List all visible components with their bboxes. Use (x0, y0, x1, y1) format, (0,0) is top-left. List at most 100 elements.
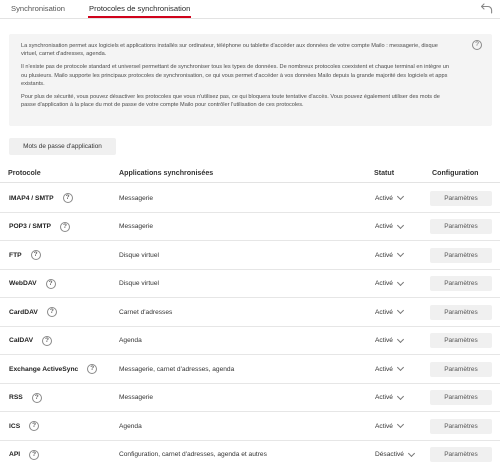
chevron-down-icon (396, 420, 405, 429)
help-icon[interactable]: ? (472, 40, 482, 50)
status-value: Activé (375, 308, 393, 316)
status-value: Activé (375, 280, 393, 287)
table-row: CardDAV? Carnet d'adresses Activé Paramètre… (0, 298, 500, 327)
settings-button[interactable]: Paramètres (430, 361, 492, 377)
apps-cell: Disque virtuel (119, 251, 159, 259)
status-dropdown[interactable]: Activé (375, 384, 405, 412)
status-value: Activé (375, 223, 393, 230)
chevron-down-icon (396, 249, 405, 258)
table-row: POP3 / SMTP? Messagerie Activé Paramètres (0, 213, 500, 241)
status-value: Activé (375, 394, 393, 401)
status-value: Activé (375, 194, 393, 202)
protocol-name: API (9, 451, 21, 458)
tab-synchronisation[interactable]: Synchronisation (11, 4, 65, 19)
info-paragraph: La synchronisation permet aux logiciels … (21, 43, 438, 58)
config-cell: Paramètres (430, 384, 492, 412)
help-icon[interactable]: ? (29, 449, 40, 460)
status-dropdown[interactable]: Activé (375, 213, 405, 241)
protocol-cell: FTP? (9, 241, 41, 269)
chevron-down-icon (396, 335, 405, 343)
apps-cell: Messagerie (119, 223, 154, 230)
header-config: Configuration (432, 169, 479, 177)
status-dropdown[interactable]: Activé (375, 241, 405, 269)
protocol-name: POP3 / SMTP (9, 223, 51, 230)
help-icon[interactable]: ? (42, 335, 53, 346)
table-row: Exchange ActiveSync? Messagerie, carnet d… (0, 355, 500, 384)
protocol-name: FTP (9, 251, 22, 259)
chevron-down-icon (396, 363, 405, 372)
apps-cell: Messagerie (119, 194, 154, 202)
config-cell: Paramètres (430, 412, 492, 440)
status-dropdown[interactable]: Activé (375, 270, 405, 298)
protocol-cell: Exchange ActiveSync? (9, 355, 98, 383)
protocol-name: CardDAV (9, 308, 38, 316)
info-panel: La synchronisation permet aux logiciels … (9, 34, 492, 126)
protocol-cell: POP3 / SMTP? (9, 213, 70, 241)
protocol-name: Exchange ActiveSync (9, 365, 79, 373)
config-cell: Paramètres (430, 355, 492, 383)
config-cell: Paramètres (430, 441, 492, 468)
apps-cell: Messagerie (119, 394, 154, 401)
settings-button[interactable]: Paramètres (430, 219, 492, 234)
header-apps: Applications synchronisées (119, 169, 214, 177)
protocol-cell: RSS? (9, 384, 42, 412)
table-row: RSS? Messagerie Activé Paramètres (0, 384, 500, 412)
config-cell: Paramètres (430, 184, 492, 212)
status-dropdown[interactable]: Activé (375, 355, 405, 383)
help-icon[interactable]: ? (62, 193, 73, 203)
help-icon[interactable]: ? (46, 307, 57, 317)
table-row: ICS? Agenda Activé Paramètres (0, 412, 500, 441)
settings-button[interactable]: Paramètres (430, 304, 492, 320)
help-icon[interactable]: ? (45, 278, 56, 289)
config-cell: Paramètres (430, 241, 492, 269)
settings-button[interactable]: Paramètres (430, 418, 492, 434)
protocol-name: WebDAV (9, 280, 37, 287)
apps-cell: Disque virtuel (119, 280, 159, 287)
status-dropdown[interactable]: Activé (375, 412, 405, 440)
protocol-name: CalDAV (9, 337, 34, 344)
table-row: API? Configuration, carnet d'adresses, ag… (0, 441, 500, 468)
settings-button[interactable]: Paramètres (430, 333, 492, 348)
help-icon[interactable]: ? (60, 221, 70, 232)
help-icon[interactable]: ? (30, 250, 41, 260)
chevron-down-icon (396, 392, 405, 400)
status-dropdown[interactable]: Désactivé (375, 441, 415, 468)
table-row: WebDAV? Disque virtuel Activé Paramètres (0, 270, 500, 298)
app-passwords-button[interactable]: Mots de passe d'application (9, 138, 116, 155)
protocol-name: IMAP4 / SMTP (9, 194, 54, 202)
help-icon[interactable]: ? (87, 364, 98, 374)
apps-cell: Agenda (119, 337, 142, 344)
protocol-name: ICS (9, 422, 21, 430)
info-paragraph: Il n'existe pas de protocole standard et… (21, 64, 449, 87)
status-value: Désactivé (375, 451, 404, 458)
protocol-cell: WebDAV? (9, 270, 56, 298)
status-dropdown[interactable]: Activé (375, 298, 405, 326)
status-value: Activé (375, 422, 393, 430)
protocol-cell: ICS? (9, 412, 40, 440)
settings-button[interactable]: Paramètres (430, 190, 492, 206)
apps-cell: Configuration, carnet d'adresses, agenda… (119, 451, 267, 458)
help-icon[interactable]: ? (29, 421, 40, 431)
chevron-down-icon (396, 278, 405, 286)
settings-button[interactable]: Paramètres (430, 276, 492, 291)
header-protocol: Protocole (8, 169, 41, 177)
config-cell: Paramètres (430, 298, 492, 326)
settings-button[interactable]: Paramètres (430, 390, 492, 405)
settings-button[interactable]: Paramètres (430, 447, 492, 462)
config-cell: Paramètres (430, 213, 492, 241)
protocol-cell: CalDAV? (9, 327, 53, 355)
apps-cell: Messagerie, carnet d'adresses, agenda (119, 365, 235, 373)
status-value: Activé (375, 337, 393, 344)
help-icon[interactable]: ? (31, 392, 42, 403)
status-dropdown[interactable]: Activé (375, 327, 405, 355)
status-dropdown[interactable]: Activé (375, 184, 405, 212)
tab-protocoles[interactable]: Protocoles de synchronisation (87, 4, 192, 19)
settings-button[interactable]: Paramètres (430, 247, 492, 263)
back-arrow-icon[interactable] (480, 1, 494, 15)
table-row: IMAP4 / SMTP? Messagerie Activé Paramètres (0, 184, 500, 213)
table-row: CalDAV? Agenda Activé Paramètres (0, 327, 500, 355)
protocol-cell: API? (9, 441, 40, 468)
table-header: Protocole Applications synchronisées Sta… (0, 164, 500, 183)
config-cell: Paramètres (430, 270, 492, 298)
apps-cell: Agenda (119, 422, 142, 430)
